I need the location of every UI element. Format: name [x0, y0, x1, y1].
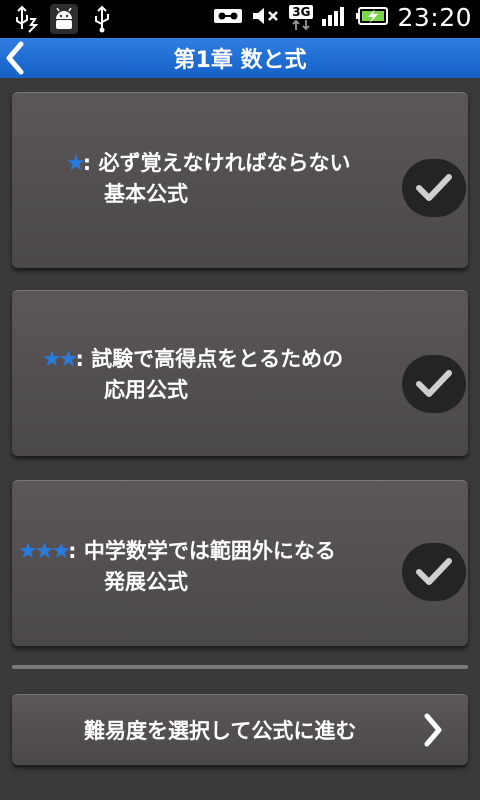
- level-card-advanced[interactable]: ★★★: 中学数学では範囲外になる 発展公式: [12, 480, 468, 646]
- chevron-left-icon: [6, 41, 24, 75]
- mute-icon: [251, 5, 281, 31]
- usb-debug-icon: [12, 4, 40, 34]
- card-title-line1: 中学数学では範囲外になる: [83, 539, 336, 563]
- network-type-label: 3G: [289, 4, 314, 19]
- back-button[interactable]: [0, 38, 30, 78]
- title-bar: 第1章 数と式: [0, 38, 480, 78]
- checkbox[interactable]: [402, 159, 466, 217]
- star-rating: ★★: [42, 347, 78, 372]
- page-title: 第1章 数と式: [173, 48, 307, 73]
- card-title-line2: 応用公式: [104, 378, 188, 402]
- card-title-line2: 基本公式: [104, 182, 188, 206]
- checkmark-icon: [416, 558, 452, 585]
- card-text: ★★★: 中学数学では範囲外になる 発展公式: [18, 536, 336, 597]
- star-rating: ★★★: [18, 539, 71, 564]
- notification-icons: [12, 4, 116, 34]
- card-colon: :: [82, 151, 92, 175]
- card-colon: :: [68, 539, 77, 563]
- card-title-line2: 発展公式: [104, 570, 188, 594]
- card-title-line1: 試験で高得点をとるための: [91, 347, 344, 371]
- card-colon: :: [75, 347, 84, 371]
- proceed-button[interactable]: 難易度を選択して公式に進む: [12, 694, 468, 765]
- battery-charging-icon: [355, 5, 389, 31]
- signal-icon: [321, 5, 347, 31]
- checkmark-icon: [416, 370, 452, 397]
- android-icon: [50, 4, 78, 34]
- system-icons: 3G 23:20: [213, 3, 472, 32]
- usb-icon: [88, 4, 116, 34]
- checkmark-icon: [416, 174, 452, 201]
- card-title-line1: 必ず覚えなければならない: [98, 151, 351, 175]
- chevron-right-icon: [424, 713, 442, 747]
- card-text: ★: 必ず覚えなければならない 基本公式: [66, 148, 350, 209]
- clock: 23:20: [397, 3, 472, 32]
- status-bar: 3G 23:20: [0, 0, 480, 38]
- voicemail-icon: [213, 6, 243, 30]
- divider: [12, 665, 468, 669]
- network-3g-icon: 3G: [289, 4, 314, 31]
- checkbox[interactable]: [402, 543, 466, 601]
- checkbox[interactable]: [402, 355, 466, 413]
- proceed-button-label: 難易度を選択して公式に進む: [84, 719, 357, 743]
- screen: 3G 23:20 第1章 数と式 ★: 必ず覚えなければならない 基本公式 ★★…: [0, 0, 480, 800]
- card-text: ★★: 試験で高得点をとるための 応用公式: [42, 344, 343, 405]
- star-rating: ★: [66, 151, 86, 176]
- level-card-applied[interactable]: ★★: 試験で高得点をとるための 応用公式: [12, 290, 468, 456]
- level-card-basic[interactable]: ★: 必ず覚えなければならない 基本公式: [12, 92, 468, 268]
